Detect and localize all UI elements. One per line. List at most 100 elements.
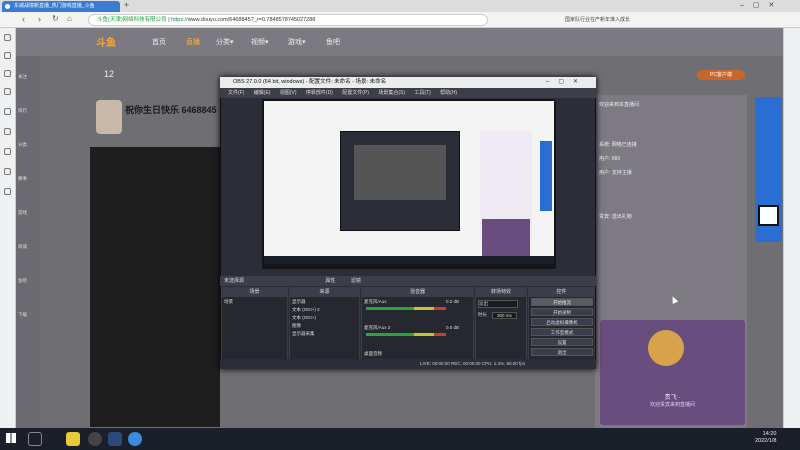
obs-source-toolbar: 未选择源 属性 滤镜 [220,276,596,286]
back-icon[interactable]: ‹ [22,14,25,24]
start-virtualcam-button[interactable]: 启动虚拟摄像机 [531,318,593,326]
mixer-channel-db: 0.0 dB [446,299,460,304]
browser-taskbar-icon[interactable] [128,432,142,446]
start-recording-button[interactable]: 开始录制 [531,308,593,316]
nested-preview [354,145,446,200]
nav-category[interactable]: 分类▾ [216,37,234,47]
browser-right-sidebar [783,28,800,428]
site-left-nav: 关注 排行 分类 赛事 游戏 商城 鱼吧 下载 [16,56,40,428]
forward-icon[interactable]: › [38,14,41,24]
sidebar-icon-8[interactable] [4,168,11,175]
left-nav-item[interactable]: 商城 [18,244,27,250]
site-favicon-icon [5,4,10,9]
reload-icon[interactable]: ↻ [52,14,59,23]
left-nav-item[interactable]: 游戏 [18,210,27,216]
preview-capture [264,101,554,264]
sidebar-icon-4[interactable] [4,88,11,95]
obs-titlebar: OBS 27.0.0 (64 bit, windows) - 配置文件: 未命名… [220,77,596,88]
mixer-dock-title: 混音器 [362,288,473,297]
sidebar-icon-2[interactable] [4,52,11,59]
taskbar-clock[interactable]: 14:20 2022/1/8 [755,431,776,445]
nav-home[interactable]: 首页 [152,37,166,47]
search-icon[interactable] [28,432,42,446]
chat-message: 贵宾: 送出礼物 [599,214,632,220]
scene-item[interactable]: 场景 [224,299,233,305]
left-nav-item[interactable]: 关注 [18,74,27,80]
studio-mode-button[interactable]: 工作室模式 [531,328,593,336]
sidebar-icon-6[interactable] [4,128,11,135]
sources-dock: 来源 显示器 文本 (GDI+) 2 文本 (GDI+) 图像 显示器采集 [289,287,360,369]
sidebar-icon-1[interactable] [4,34,11,41]
clock-time: 14:20 [762,431,777,437]
exit-button[interactable]: 退出 [531,348,593,356]
room-title: 祝你生日快乐 6468845 [125,105,217,115]
properties-button[interactable]: 属性 [325,278,335,284]
left-nav-item[interactable]: 排行 [18,108,27,114]
side-ad-banner[interactable] [755,97,782,242]
mixer-channel-name: 麦克风/Aux [364,299,387,304]
obs-window-controls[interactable]: –▢✕ [546,78,587,85]
obs-menu-tools[interactable]: 工具(T) [414,90,430,96]
controls-dock-title: 控件 [529,288,594,297]
obs-taskbar-icon[interactable] [88,432,102,446]
sidebar-icon-7[interactable] [4,148,11,155]
home-icon[interactable]: ⌂ [67,14,72,23]
transition-select[interactable]: 淡出 [478,300,518,308]
video-player[interactable] [90,147,220,427]
transitions-dock-title: 转场特效 [476,288,526,297]
site-logo[interactable]: 斗鱼 [96,34,116,49]
source-item[interactable]: 显示器 [292,299,306,305]
nav-video[interactable]: 视频▾ [251,37,269,47]
browser-tab[interactable]: 东城战境新直播_热门游戏直播_斗鱼 [2,1,120,12]
browser-left-sidebar [0,28,16,428]
windows-taskbar [0,428,800,450]
obs-menu-scene-collection[interactable]: 场景集合(S) [378,90,405,96]
source-item[interactable]: 文本 (GDI+) 2 [292,307,320,313]
source-item[interactable]: 文本 (GDI+) [292,315,316,321]
nested-banner [540,141,552,211]
mixer-channel-db: 0.0 dB [446,325,460,330]
tab-title: 东城战境新直播_热门游戏直播_斗鱼 [14,3,95,9]
streamer-avatar[interactable] [96,100,122,134]
source-item[interactable]: 显示器采集 [292,331,315,337]
nested-taskbar [264,256,554,264]
steam-taskbar-icon[interactable] [108,432,122,446]
gift-avatar [648,330,684,366]
source-item[interactable]: 图像 [292,323,301,329]
start-streaming-button[interactable]: 开始推流 [531,298,593,306]
new-tab-button[interactable]: + [124,0,129,10]
nav-game[interactable]: 游戏▾ [288,37,306,47]
duration-input[interactable]: 300 ms [492,312,517,319]
left-nav-item[interactable]: 赛事 [18,176,27,182]
obs-status-bar: LIVE: 00:00:00 REC: 00:00:00 CPU: 1.3%, … [220,359,596,369]
volume-meter [366,307,446,310]
nav-yuba[interactable]: 鱼吧 [326,37,340,47]
qr-code [758,205,779,226]
filters-button[interactable]: 滤镜 [351,278,361,284]
obs-menu-profile[interactable]: 配置文件(P) [342,90,369,96]
obs-title: OBS 27.0.0 (64 bit, windows) - 配置文件: 未命名… [233,79,387,85]
left-nav-item[interactable]: 分类 [18,142,27,148]
url-input[interactable]: 斗鱼(天津)网络科技有限公司 | https://www.douyu.com/6… [88,14,488,26]
app-icon-yellow[interactable] [66,432,80,446]
obs-menu-edit[interactable]: 编辑(E) [254,90,271,96]
obs-menu-file[interactable]: 文件(F) [228,90,244,96]
obs-menu-view[interactable]: 视图(V) [280,90,297,96]
sidebar-icon-3[interactable] [4,70,11,77]
site-header: 斗鱼 首页 直播 分类▾ 视频▾ 游戏▾ 鱼吧 [16,28,783,56]
nav-live[interactable]: 直播 [186,37,200,47]
obs-menu-docks[interactable]: 停靠部件(D) [306,90,333,96]
pc-client-button[interactable]: PC客户端 [697,70,745,80]
sidebar-icon-5[interactable] [4,108,11,115]
clock-date: 2022/1/8 [755,438,777,444]
settings-button[interactable]: 设置 [531,338,593,346]
url-scheme: https:// [171,17,188,23]
chat-message: 欢迎来到本直播间 [599,102,640,108]
gift-name: 贵飞 · [664,395,681,401]
window-controls[interactable]: –▢✕ [740,1,783,9]
sidebar-icon-9[interactable] [4,188,11,195]
obs-menu-help[interactable]: 帮助(H) [440,90,457,96]
windows-start-icon[interactable] [6,433,16,443]
left-nav-item[interactable]: 鱼吧 [18,278,27,284]
left-nav-item[interactable]: 下载 [18,312,27,318]
